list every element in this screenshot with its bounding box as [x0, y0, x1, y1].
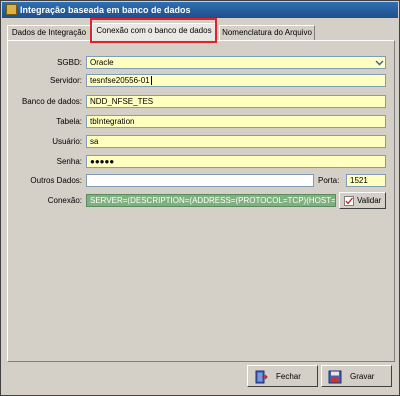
porta-label: Porta:	[318, 176, 340, 185]
outros-input[interactable]	[86, 174, 314, 187]
servidor-value: tesnfse20556-01	[90, 76, 150, 85]
tab-nomenclatura-arquivo[interactable]: Nomenclatura do Arquivo	[219, 25, 315, 40]
usuario-value: sa	[90, 137, 99, 146]
conexao-label: Conexão:	[47, 196, 82, 205]
outros-label: Outros Dados:	[30, 176, 82, 185]
senha-value: ●●●●●	[90, 157, 115, 166]
sgbd-value: Oracle	[90, 58, 114, 67]
tabela-value: tbIntegration	[90, 117, 135, 126]
sgbd-label: SGBD:	[57, 58, 82, 67]
tab-dados-integracao[interactable]: Dados de Integração	[7, 25, 91, 40]
tabela-label: Tabela:	[56, 117, 82, 126]
sgbd-select[interactable]: Oracle	[86, 56, 386, 69]
conexao-value: SERVER=(DESCRIPTION=(ADDRESS=(PROTOCOL=T…	[90, 196, 336, 205]
porta-value: 1521	[350, 176, 368, 185]
validar-label: Validar	[357, 196, 382, 205]
app-icon	[6, 4, 17, 15]
chevron-down-icon	[375, 60, 384, 66]
tab-label: Nomenclatura do Arquivo	[222, 28, 312, 37]
servidor-input[interactable]: tesnfse20556-01	[86, 74, 386, 87]
floppy-disk-icon	[328, 370, 342, 384]
gravar-label: Gravar	[350, 372, 375, 381]
banco-value: NDD_NFSE_TES	[90, 97, 154, 106]
door-exit-icon	[255, 370, 268, 384]
porta-input[interactable]: 1521	[346, 174, 386, 187]
check-icon	[344, 196, 354, 206]
fechar-button[interactable]: Fechar	[247, 365, 318, 387]
tab-label: Dados de Integração	[11, 28, 87, 37]
tabela-input[interactable]: tbIntegration	[86, 115, 386, 128]
fechar-label: Fechar	[276, 372, 301, 381]
senha-label: Senha:	[56, 157, 82, 166]
conexao-field[interactable]: SERVER=(DESCRIPTION=(ADDRESS=(PROTOCOL=T…	[86, 194, 336, 207]
senha-input[interactable]: ●●●●●	[86, 155, 386, 168]
servidor-label: Servidor:	[49, 76, 82, 85]
banco-input[interactable]: NDD_NFSE_TES	[86, 95, 386, 108]
tab-panel: SGBD: Oracle Servidor: tesnfse20556-01 B…	[7, 40, 395, 362]
dialog-window: Integração baseada em banco de dados Dad…	[0, 0, 400, 396]
banco-label: Banco de dados:	[21, 97, 82, 106]
text-caret	[150, 76, 152, 86]
title-bar[interactable]: Integração baseada em banco de dados	[2, 2, 398, 18]
validar-button[interactable]: Validar	[339, 192, 386, 209]
usuario-input[interactable]: sa	[86, 135, 386, 148]
usuario-label: Usuário:	[52, 137, 82, 146]
tab-conexao-banco[interactable]: Conexão com o banco de dados	[92, 23, 216, 41]
gravar-button[interactable]: Gravar	[321, 365, 392, 387]
tab-label: Conexão com o banco de dados	[96, 26, 212, 35]
window-title: Integração baseada em banco de dados	[20, 5, 191, 15]
